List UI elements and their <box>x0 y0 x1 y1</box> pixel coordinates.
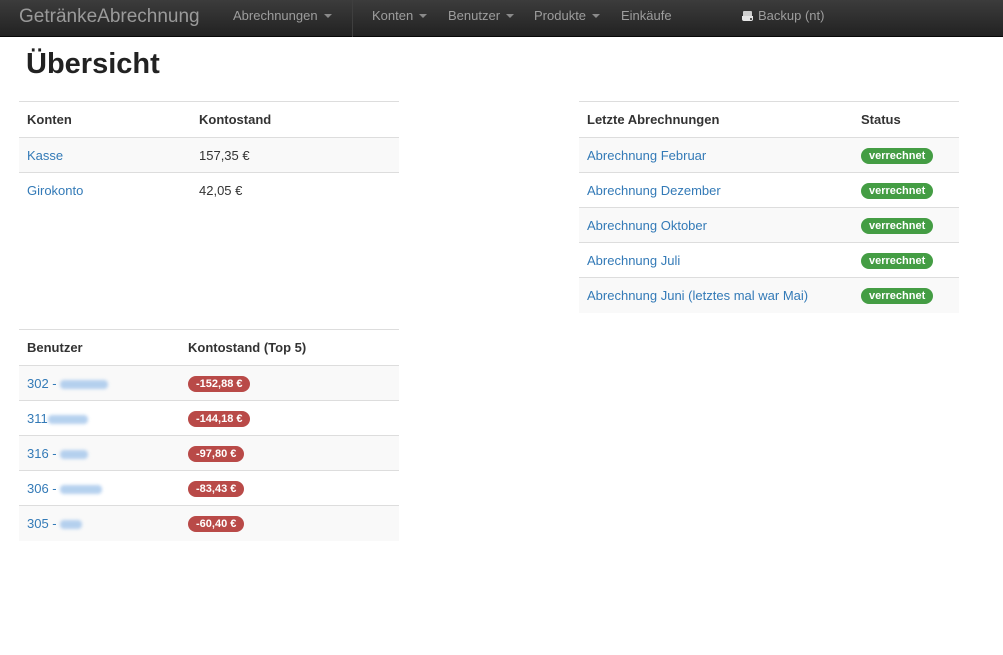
billings-header-row: Letzte Abrechnungen Status <box>579 101 959 138</box>
table-row: Abrechnung Oktober verrechnet <box>579 207 959 243</box>
account-link-girokonto[interactable]: Girokonto <box>27 183 83 198</box>
billing-link[interactable]: Abrechnung Februar <box>587 148 706 163</box>
user-id: 306 - <box>27 480 57 496</box>
billings-table: Letzte Abrechnungen Status Abrechnung Fe… <box>579 101 959 313</box>
balance-badge: -83,43 € <box>188 480 245 497</box>
caret-down-icon <box>506 13 515 18</box>
table-row: Abrechnung Juli verrechnet <box>579 242 959 278</box>
user-link[interactable]: 305 - <box>27 515 83 531</box>
nav-backup-link[interactable]: Backup (nt) <box>742 0 824 37</box>
nav-benutzer-label: Benutzer <box>448 8 501 23</box>
table-row: Abrechnung Dezember verrechnet <box>579 172 959 208</box>
user-link[interactable]: 302 - <box>27 375 109 391</box>
table-row: 302 - -152,88 € <box>19 365 399 401</box>
user-link[interactable]: 306 - <box>27 480 103 496</box>
user-id: 311 <box>27 410 48 426</box>
table-row: 305 - -60,40 € <box>19 505 399 541</box>
user-id: 302 - <box>27 375 57 391</box>
user-id: 316 - <box>27 445 57 461</box>
redacted-name <box>60 484 103 494</box>
users-header-row: Benutzer Kontostand (Top 5) <box>19 329 399 366</box>
redacted-name <box>47 414 88 424</box>
nav-produkte-label: Produkte <box>534 8 587 23</box>
status-badge: verrechnet <box>861 182 934 199</box>
balance-badge: -97,80 € <box>188 445 245 462</box>
table-row: 306 - -83,43 € <box>19 470 399 506</box>
caret-down-icon <box>419 13 428 18</box>
nav-benutzer-dropdown[interactable]: Benutzer <box>448 0 515 37</box>
users-header-benutzer: Benutzer <box>19 329 180 366</box>
brand-link[interactable]: GetränkeAbrechnung <box>19 5 200 29</box>
accounts-header-row: Konten Kontostand <box>19 101 399 138</box>
balance-badge: -60,40 € <box>188 515 245 532</box>
table-row: Kasse 157,35 € <box>19 137 399 173</box>
account-link-kasse[interactable]: Kasse <box>27 148 63 163</box>
users-table: Benutzer Kontostand (Top 5) 302 - -152,8… <box>19 329 399 541</box>
nav-einkaeufe-label: Einkäufe <box>621 8 672 23</box>
nav-konten-label: Konten <box>372 8 414 23</box>
status-badge: verrechnet <box>861 147 934 164</box>
account-balance: 157,35 € <box>191 137 399 173</box>
user-link[interactable]: 311 <box>27 411 88 426</box>
nav-einkaeufe-link[interactable]: Einkäufe <box>621 0 672 37</box>
status-badge: verrechnet <box>861 287 934 304</box>
table-row: Girokonto 42,05 € <box>19 172 399 208</box>
users-header-kontostand: Kontostand (Top 5) <box>180 329 399 366</box>
redacted-name <box>60 379 109 389</box>
billings-header-status: Status <box>853 101 959 138</box>
caret-down-icon <box>323 13 332 18</box>
nav-konten-dropdown[interactable]: Konten <box>372 0 428 37</box>
user-id: 305 - <box>27 515 57 531</box>
status-badge: verrechnet <box>861 252 934 269</box>
account-balance: 42,05 € <box>191 172 399 208</box>
table-row: 316 - -97,80 € <box>19 435 399 471</box>
balance-badge: -152,88 € <box>188 375 251 392</box>
page-title: Übersicht <box>26 48 160 80</box>
user-link[interactable]: 316 - <box>27 445 89 461</box>
nav-backup-label: Backup (nt) <box>758 8 825 23</box>
table-row: 311 -144,18 € <box>19 400 399 436</box>
status-badge: verrechnet <box>861 217 934 234</box>
billings-header-name: Letzte Abrechnungen <box>579 101 853 138</box>
billing-link[interactable]: Abrechnung Oktober <box>587 218 707 233</box>
accounts-table: Konten Kontostand Kasse 157,35 € Girokon… <box>19 101 399 208</box>
redacted-name <box>60 449 89 459</box>
nav-produkte-dropdown[interactable]: Produkte <box>534 0 601 37</box>
billing-link[interactable]: Abrechnung Dezember <box>587 183 721 198</box>
top-navbar: GetränkeAbrechnung Abrechnungen Konten B… <box>0 0 1003 37</box>
accounts-header-konten: Konten <box>19 101 191 138</box>
billing-link[interactable]: Abrechnung Juni (letztes mal war Mai) <box>587 288 808 303</box>
table-row: Abrechnung Februar verrechnet <box>579 137 959 173</box>
hard-drive-icon <box>742 11 753 21</box>
balance-badge: -144,18 € <box>188 410 251 427</box>
caret-down-icon <box>592 13 601 18</box>
nav-abrechnungen-dropdown[interactable]: Abrechnungen <box>233 0 332 37</box>
navbar-divider <box>352 0 353 37</box>
billing-link[interactable]: Abrechnung Juli <box>587 253 680 268</box>
accounts-header-kontostand: Kontostand <box>191 101 399 138</box>
nav-abrechnungen-label: Abrechnungen <box>233 8 318 23</box>
table-row: Abrechnung Juni (letztes mal war Mai) ve… <box>579 277 959 313</box>
redacted-name <box>60 519 83 529</box>
